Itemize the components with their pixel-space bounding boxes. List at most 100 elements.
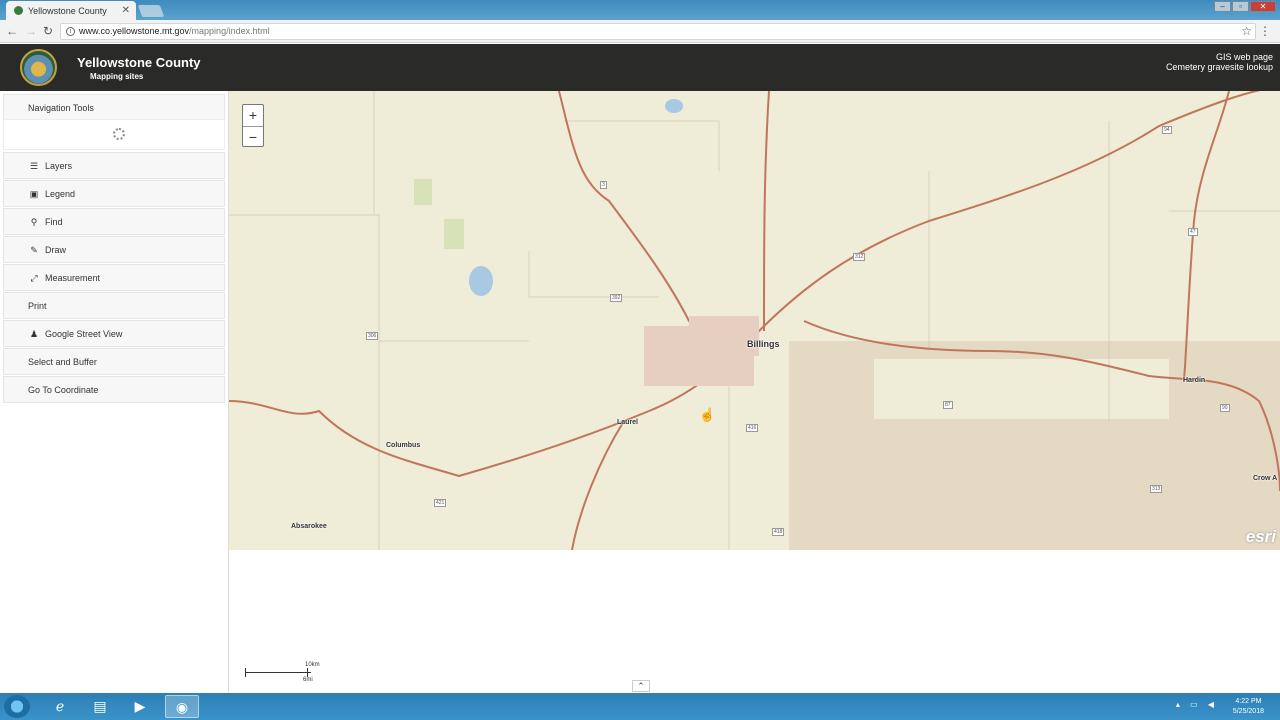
route-shield: 313	[1150, 485, 1163, 493]
route-shield: 418	[772, 528, 785, 536]
navigation-tools-body	[3, 119, 225, 150]
map-footer-area: 10km 6mi ⌃	[229, 550, 1280, 693]
internet-explorer-icon[interactable]: ℯ	[43, 695, 77, 718]
taskbar: ℯ ▤ ▶ ◉ ▴ ▭ ◀ 4:22 PM 5/25/2018	[0, 693, 1280, 720]
app-subtitle: Mapping sites	[90, 72, 144, 81]
panel-label: Draw	[45, 244, 67, 255]
search-icon: ⚲	[30, 217, 38, 227]
scale-bar: 10km 6mi	[245, 662, 320, 683]
brush-icon: ✎	[30, 245, 38, 255]
url-host: www.co.yellowstone.mt.gov	[79, 26, 190, 36]
panel-label: Legend	[45, 188, 76, 199]
app-title: Yellowstone County	[77, 55, 201, 70]
panel-legend[interactable]: ▣ Legend	[3, 180, 225, 207]
place-label: Laurel	[617, 419, 639, 426]
reload-icon[interactable]: ↻	[43, 24, 53, 38]
zoom-control: + −	[242, 104, 264, 147]
place-label: Billings	[747, 339, 780, 349]
loading-spinner-icon	[113, 128, 125, 140]
browser-menu-icon[interactable]: ⋮	[1259, 24, 1271, 38]
minimize-button[interactable]: –	[1214, 1, 1231, 12]
window-controls: – ▫ ✕	[1214, 1, 1276, 12]
header-links: GIS web page Cemetery gravesite lookup	[1166, 52, 1273, 72]
tab-title: Yellowstone County	[28, 5, 107, 16]
clock-time: 4:22 PM	[1235, 698, 1262, 705]
zoom-out-button[interactable]: −	[243, 126, 263, 147]
favicon-icon	[14, 6, 23, 15]
cemetery-lookup-link[interactable]: Cemetery gravesite lookup	[1166, 62, 1273, 72]
panel-label: Google Street View	[45, 328, 123, 339]
place-label: Columbus	[386, 442, 421, 449]
app-header: Yellowstone County Mapping sites GIS web…	[0, 44, 1280, 91]
route-shield: 421	[434, 499, 447, 507]
place-label: Crow A	[1253, 475, 1278, 482]
expand-panel-button[interactable]: ⌃	[632, 680, 650, 692]
zoom-in-button[interactable]: +	[243, 105, 263, 126]
bookmark-star-icon[interactable]: ☆	[1241, 24, 1252, 38]
ruler-icon: ⤢	[30, 273, 38, 283]
browser-tab-bar: Yellowstone County ✕ – ▫ ✕	[0, 0, 1280, 20]
park-area	[444, 219, 464, 249]
info-icon[interactable]: i	[66, 27, 75, 36]
route-shield: 47	[1188, 228, 1198, 236]
esri-logo: esri	[1245, 527, 1276, 546]
panel-google-street-view[interactable]: ♟ Google Street View	[3, 320, 225, 347]
map-overlay-area	[874, 359, 1169, 419]
image-icon: ▣	[29, 189, 39, 199]
panel-measurement[interactable]: ⤢ Measurement	[3, 264, 225, 291]
browser-tab[interactable]: Yellowstone County ✕	[6, 1, 136, 20]
panel-label: Select and Buffer	[28, 356, 97, 367]
address-bar: ← → ↻ i www.co.yellowstone.mt.gov/mappin…	[0, 20, 1280, 43]
list-icon: ☰	[29, 161, 39, 171]
url-input[interactable]: i www.co.yellowstone.mt.gov/mapping/inde…	[60, 23, 1256, 40]
gis-web-page-link[interactable]: GIS web page	[1166, 52, 1273, 62]
file-explorer-icon[interactable]: ▤	[83, 695, 117, 718]
sidebar: Navigation Tools ☰ Layers ▣ Legend ⚲ Fin…	[0, 91, 229, 693]
back-icon[interactable]: ←	[6, 24, 18, 38]
panel-draw[interactable]: ✎ Draw	[3, 236, 225, 263]
forward-icon[interactable]: →	[25, 24, 37, 38]
water-body	[665, 99, 683, 113]
chrome-icon[interactable]: ◉	[165, 695, 199, 718]
place-label: Hardin	[1183, 377, 1206, 384]
panel-select-and-buffer[interactable]: Select and Buffer	[3, 348, 225, 375]
system-tray[interactable]: ▴ ▭ ◀	[1176, 700, 1218, 709]
route-shield: 306	[366, 332, 379, 340]
route-shield: 392	[610, 294, 623, 302]
panel-label: Navigation Tools	[28, 102, 94, 113]
panel-layers[interactable]: ☰ Layers	[3, 152, 225, 179]
new-tab-button[interactable]	[137, 5, 165, 17]
scale-km-label: 10km	[305, 662, 320, 668]
hand-cursor-icon: ☝	[699, 407, 716, 422]
route-shield: 94	[1162, 126, 1172, 134]
panel-label: Layers	[45, 160, 73, 171]
panel-find[interactable]: ⚲ Find	[3, 208, 225, 235]
route-shield: 416	[746, 424, 759, 432]
city-billings	[644, 316, 759, 386]
close-window-button[interactable]: ✕	[1250, 1, 1276, 12]
panel-go-to-coordinate[interactable]: Go To Coordinate	[3, 376, 225, 403]
basemap	[229, 91, 1280, 550]
panel-print[interactable]: Print	[3, 292, 225, 319]
route-shield: 3	[600, 181, 607, 189]
pegman-icon: ♟	[29, 329, 39, 339]
route-shield: 87	[943, 401, 953, 409]
panel-label: Go To Coordinate	[28, 384, 99, 395]
media-player-icon[interactable]: ▶	[123, 695, 157, 718]
park-area	[414, 179, 432, 205]
map-view[interactable]: + − Billings Laurel Columbus Absarokee H…	[229, 91, 1280, 550]
maximize-button[interactable]: ▫	[1232, 1, 1249, 12]
panel-navigation-tools[interactable]: Navigation Tools	[3, 94, 225, 121]
county-seal-logo	[20, 49, 57, 86]
url-path: /mapping/index.html	[189, 26, 270, 36]
scale-mi-label: 6mi	[303, 677, 313, 683]
clock-date: 5/25/2018	[1232, 708, 1264, 715]
clock[interactable]: 4:22 PM 5/25/2018	[1233, 697, 1264, 717]
panel-label: Find	[45, 216, 63, 227]
panel-label: Measurement	[45, 272, 101, 283]
panel-label: Print	[28, 300, 47, 311]
close-tab-icon[interactable]: ✕	[122, 5, 130, 16]
start-button[interactable]	[4, 695, 30, 718]
route-shield: 90	[1220, 404, 1230, 412]
water-body	[469, 266, 493, 296]
